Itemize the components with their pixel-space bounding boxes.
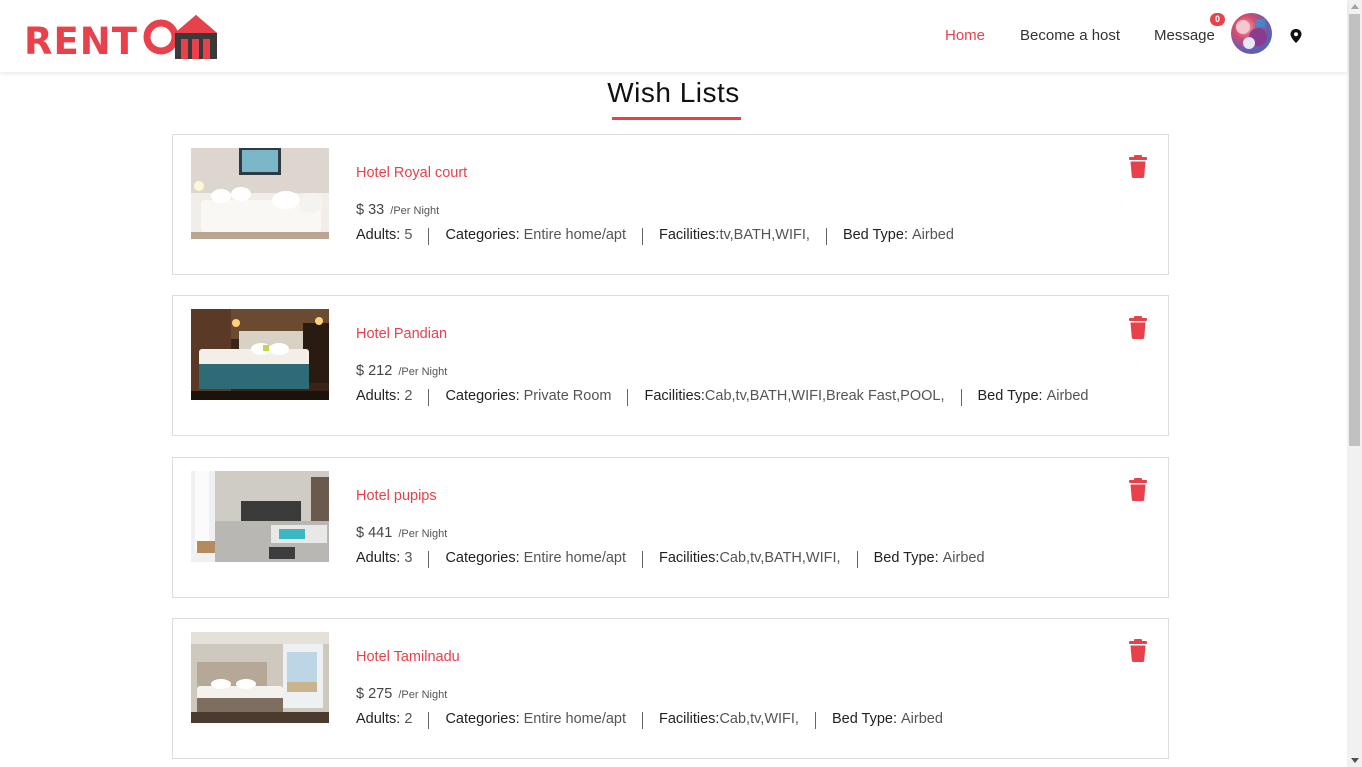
hotel-thumbnail[interactable] [191,471,329,562]
bed-type-value: Airbed [901,711,943,727]
facilities-value: Cab,tv,BATH,WIFI, [719,550,841,566]
bed-type-label: Bed Type: [842,227,908,243]
adults-label: Adults: [356,711,401,727]
nav-become-host-link[interactable]: Become a host [1020,27,1120,44]
scroll-up-arrow-icon[interactable] [1351,4,1359,9]
wishlist-card: Hotel Royal court $ 33 /Per Night Adults… [172,134,1169,275]
facilities-value: Cab,tv,WIFI, [719,711,799,727]
separator [627,389,629,406]
per-night-label: /Per Night [398,689,448,701]
adults-label: Adults: [356,388,401,404]
bed-type-label: Bed Type: [977,388,1043,404]
facilities-label: Facilities: [659,227,720,243]
currency-symbol: $ [356,202,365,218]
per-night-label: /Per Night [398,366,448,378]
adults-value: 2 [404,388,413,404]
price-value: 275 [368,686,393,702]
facilities-label: Facilities: [659,550,720,566]
adults-value: 3 [404,550,413,566]
price-line: $ 212 /Per Night [356,363,447,379]
categories-value: Entire home/apt [523,550,627,566]
price-value: 212 [368,363,393,379]
separator [856,551,858,568]
top-navbar: RENT Home Become a host Message 0 [0,0,1347,72]
categories-value: Entire home/apt [523,711,627,727]
price-line: $ 33 /Per Night [356,202,439,218]
trash-icon[interactable] [1128,316,1148,339]
separator [825,228,827,245]
facilities-value: tv,BATH,WIFI, [719,227,810,243]
categories-label: Categories: [445,711,520,727]
separator [428,712,430,729]
facilities-label: Facilities: [644,388,705,404]
hotel-details: Adults: 3 Categories: Entire home/apt Fa… [356,550,985,568]
currency-symbol: $ [356,363,365,379]
hotel-details: Adults: 2 Categories: Private Room Facil… [356,388,1089,406]
scroll-down-arrow-icon[interactable] [1351,758,1359,763]
trash-icon[interactable] [1128,155,1148,178]
separator [428,389,430,406]
categories-label: Categories: [445,550,520,566]
bed-type-value: Airbed [1046,388,1089,404]
separator [428,228,430,245]
bed-type-value: Airbed [942,550,985,566]
hotel-thumbnail[interactable] [191,632,329,723]
wishlist-card: Hotel Pandian $ 212 /Per Night Adults: 2… [172,295,1169,436]
hotel-name-link[interactable]: Hotel Royal court [356,165,467,181]
location-pin-icon[interactable] [1290,29,1302,43]
adults-value: 2 [404,711,413,727]
logo-house-icon [143,15,217,59]
currency-symbol: $ [356,525,365,541]
hotel-name-link[interactable]: Hotel Tamilnadu [356,649,460,665]
hotel-name-link[interactable]: Hotel pupips [356,488,437,504]
price-value: 33 [368,202,385,218]
hotel-name-link[interactable]: Hotel Pandian [356,326,447,342]
hotel-thumbnail[interactable] [191,309,329,400]
separator [642,712,644,729]
vertical-scrollbar[interactable] [1347,0,1362,767]
hotel-details: Adults: 5 Categories: Entire home/apt Fa… [356,227,954,245]
hotel-thumbnail[interactable] [191,148,329,239]
price-value: 441 [368,525,393,541]
categories-value: Private Room [523,388,612,404]
adults-label: Adults: [356,550,401,566]
trash-icon[interactable] [1128,639,1148,662]
facilities-value: Cab,tv,BATH,WIFI,Break Fast,POOL, [704,388,945,404]
bed-type-value: Airbed [912,227,954,243]
price-line: $ 441 /Per Night [356,525,447,541]
separator [642,228,644,245]
separator [428,551,430,568]
separator [960,389,962,406]
separator [642,551,644,568]
title-underline [612,117,741,120]
currency-symbol: $ [356,686,365,702]
categories-value: Entire home/apt [523,227,627,243]
scrollbar-thumb[interactable] [1349,14,1360,446]
categories-label: Categories: [445,388,520,404]
trash-icon[interactable] [1128,478,1148,501]
adults-value: 5 [404,227,413,243]
nav-message-link[interactable]: Message [1154,27,1215,44]
message-count-badge: 0 [1210,13,1225,26]
categories-label: Categories: [445,227,520,243]
rentom-logo[interactable]: RENT [24,14,217,62]
facilities-label: Facilities: [659,711,720,727]
per-night-label: /Per Night [390,205,440,217]
logo-text: RENT [24,20,138,63]
separator [814,712,816,729]
wishlist-card: Hotel Tamilnadu $ 275 /Per Night Adults:… [172,618,1169,759]
hotel-details: Adults: 2 Categories: Entire home/apt Fa… [356,711,943,729]
page-title: Wish Lists [607,77,740,108]
nav-home-link[interactable]: Home [945,27,985,44]
avatar-image [1236,19,1267,49]
price-line: $ 275 /Per Night [356,686,447,702]
wishlist-card: Hotel pupips $ 441 /Per Night Adults: 3 … [172,457,1169,598]
adults-label: Adults: [356,227,401,243]
bed-type-label: Bed Type: [831,711,897,727]
bed-type-label: Bed Type: [873,550,939,566]
per-night-label: /Per Night [398,528,448,540]
user-avatar[interactable] [1231,13,1272,54]
